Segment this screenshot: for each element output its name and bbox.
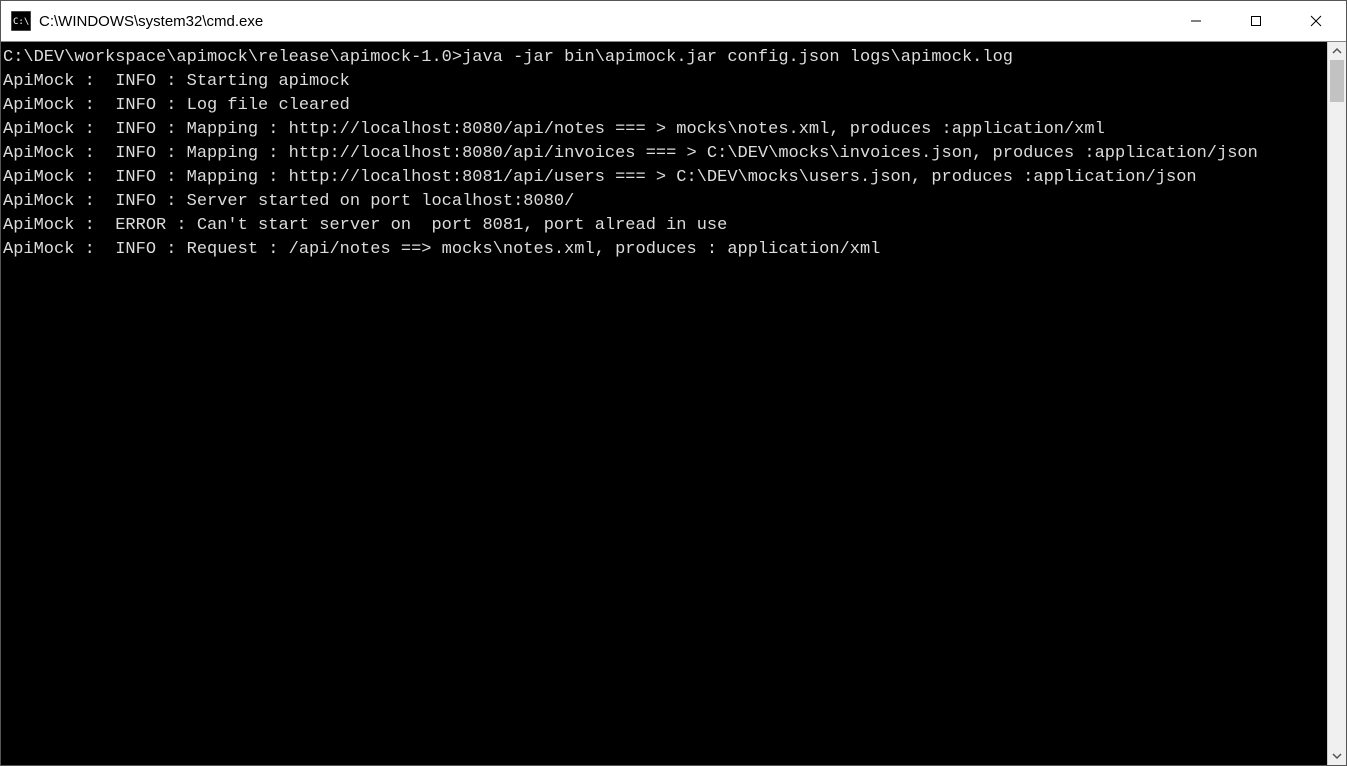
close-button[interactable] [1286, 1, 1346, 41]
chevron-up-icon [1332, 46, 1342, 56]
svg-text:C:\: C:\ [13, 17, 29, 27]
scroll-up-button[interactable] [1328, 42, 1346, 60]
minimize-button[interactable] [1166, 1, 1226, 41]
terminal-line: ApiMock : INFO : Starting apimock [3, 70, 1325, 94]
window-controls [1166, 1, 1346, 41]
terminal-line: ApiMock : INFO : Request : /api/notes ==… [3, 238, 1325, 262]
terminal-line: ApiMock : INFO : Mapping : http://localh… [3, 166, 1325, 190]
maximize-icon [1250, 15, 1262, 27]
cmd-window: C:\ C:\WINDOWS\system32\cmd.exe [0, 0, 1347, 766]
terminal-line: ApiMock : INFO : Mapping : http://localh… [3, 118, 1325, 142]
minimize-icon [1190, 15, 1202, 27]
scroll-track[interactable] [1328, 60, 1346, 747]
scroll-thumb[interactable] [1330, 60, 1344, 102]
prompt-command: java -jar bin\apimock.jar config.json lo… [462, 48, 1013, 67]
client-area: C:\DEV\workspace\apimock\release\apimock… [1, 42, 1346, 765]
cmd-icon: C:\ [11, 11, 31, 31]
terminal-line: ApiMock : INFO : Mapping : http://localh… [3, 142, 1325, 166]
terminal-line: C:\DEV\workspace\apimock\release\apimock… [3, 46, 1325, 70]
close-icon [1310, 15, 1322, 27]
scroll-down-button[interactable] [1328, 747, 1346, 765]
window-title: C:\WINDOWS\system32\cmd.exe [39, 13, 1166, 30]
titlebar[interactable]: C:\ C:\WINDOWS\system32\cmd.exe [1, 1, 1346, 42]
prompt-cwd: C:\DEV\workspace\apimock\release\apimock… [3, 48, 462, 67]
terminal-line: ApiMock : INFO : Log file cleared [3, 94, 1325, 118]
terminal-line: ApiMock : ERROR : Can't start server on … [3, 214, 1325, 238]
chevron-down-icon [1332, 751, 1342, 761]
terminal-line: ApiMock : INFO : Server started on port … [3, 190, 1325, 214]
terminal-output[interactable]: C:\DEV\workspace\apimock\release\apimock… [1, 42, 1327, 765]
vertical-scrollbar[interactable] [1327, 42, 1346, 765]
maximize-button[interactable] [1226, 1, 1286, 41]
